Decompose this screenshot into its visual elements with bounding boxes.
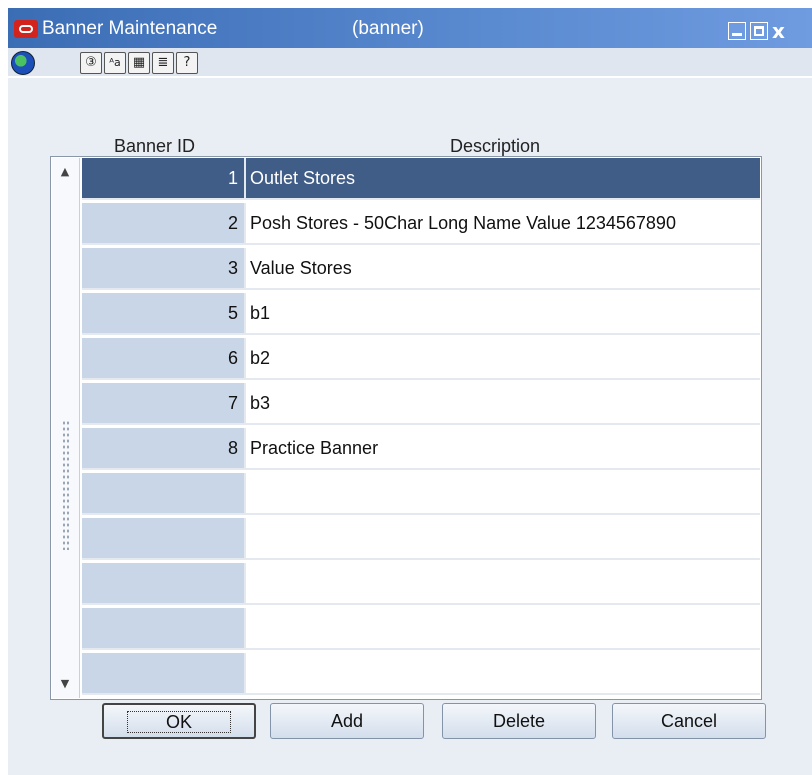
scroll-down-icon[interactable]: ▼	[56, 674, 74, 694]
banner-id-cell[interactable]: 2	[82, 203, 246, 243]
table-row[interactable]	[82, 608, 760, 650]
table-row[interactable]	[82, 563, 760, 605]
description-cell[interactable]	[246, 563, 760, 603]
banner-id-cell[interactable]: 8	[82, 428, 246, 468]
scroll-thumb[interactable]	[62, 420, 70, 550]
description-cell[interactable]	[246, 653, 760, 693]
table-row[interactable]: 1 Outlet Stores	[82, 158, 760, 200]
oracle-app-icon	[14, 20, 38, 38]
banner-id-cell[interactable]	[82, 473, 246, 513]
content-area: Banner ID Description ▲ ▼ 1 Outlet Stores…	[16, 78, 812, 775]
ok-button-label: OK	[126, 711, 232, 733]
column-header-banner-id: Banner ID	[114, 136, 196, 156]
add-button[interactable]: Add	[270, 703, 424, 739]
notes-icon[interactable]: ≣	[152, 52, 174, 74]
banner-id-cell[interactable]	[82, 563, 246, 603]
ok-button[interactable]: OK	[102, 703, 256, 739]
globe-icon[interactable]	[11, 51, 35, 75]
table-row[interactable]: 7 b3	[82, 383, 760, 425]
window-title: Banner Maintenance	[42, 18, 218, 39]
description-cell[interactable]: Value Stores	[246, 248, 760, 288]
table-row[interactable]	[82, 518, 760, 560]
cancel-button[interactable]: Cancel	[612, 703, 766, 739]
minimize-icon[interactable]	[728, 22, 746, 40]
banner-id-cell[interactable]: 5	[82, 293, 246, 333]
table-row[interactable]: 8 Practice Banner	[82, 428, 760, 470]
table-row[interactable]	[82, 473, 760, 515]
banner-id-cell[interactable]	[82, 608, 246, 648]
maximize-icon[interactable]	[750, 22, 768, 40]
banner-id-cell[interactable]	[82, 518, 246, 558]
window-context: (banner)	[352, 18, 424, 39]
table-row[interactable]: 5 b1	[82, 293, 760, 335]
refresh-icon[interactable]: ③	[80, 52, 102, 74]
help-icon[interactable]: ?	[176, 52, 198, 74]
column-header-description: Description	[450, 136, 541, 156]
banner-id-cell[interactable]: 3	[82, 248, 246, 288]
table-row[interactable]: 3 Value Stores	[82, 248, 760, 290]
description-cell[interactable]	[246, 518, 760, 558]
description-cell[interactable]: b3	[246, 383, 760, 423]
table-row[interactable]	[82, 653, 760, 695]
description-cell[interactable]	[246, 473, 760, 513]
description-cell[interactable]: b1	[246, 293, 760, 333]
banner-maintenance-window: Banner Maintenance (banner) x ③ ᴬa ▦ ≣ ?…	[8, 8, 812, 775]
banner-id-cell[interactable]: 7	[82, 383, 246, 423]
scroll-up-icon[interactable]: ▲	[56, 162, 74, 182]
title-bar[interactable]: Banner Maintenance (banner) x	[8, 8, 812, 48]
description-cell[interactable]: Practice Banner	[246, 428, 760, 468]
description-cell[interactable]: Outlet Stores	[246, 158, 760, 198]
close-icon[interactable]: x	[772, 21, 812, 41]
toolbar: ③ ᴬa ▦ ≣ ?	[8, 48, 812, 76]
description-cell[interactable]	[246, 608, 760, 648]
font-icon[interactable]: ᴬa	[104, 52, 126, 74]
description-cell[interactable]: b2	[246, 338, 760, 378]
delete-button[interactable]: Delete	[442, 703, 596, 739]
banner-id-cell[interactable]: 6	[82, 338, 246, 378]
calendar-icon[interactable]: ▦	[128, 52, 150, 74]
table-row[interactable]: 6 b2	[82, 338, 760, 380]
description-cell[interactable]: Posh Stores - 50Char Long Name Value 123…	[246, 203, 760, 243]
banner-id-cell[interactable]	[82, 653, 246, 693]
banner-id-cell[interactable]: 1	[82, 158, 246, 198]
table-row[interactable]: 2 Posh Stores - 50Char Long Name Value 12…	[82, 203, 760, 245]
vertical-scrollbar[interactable]: ▲ ▼	[52, 158, 80, 698]
